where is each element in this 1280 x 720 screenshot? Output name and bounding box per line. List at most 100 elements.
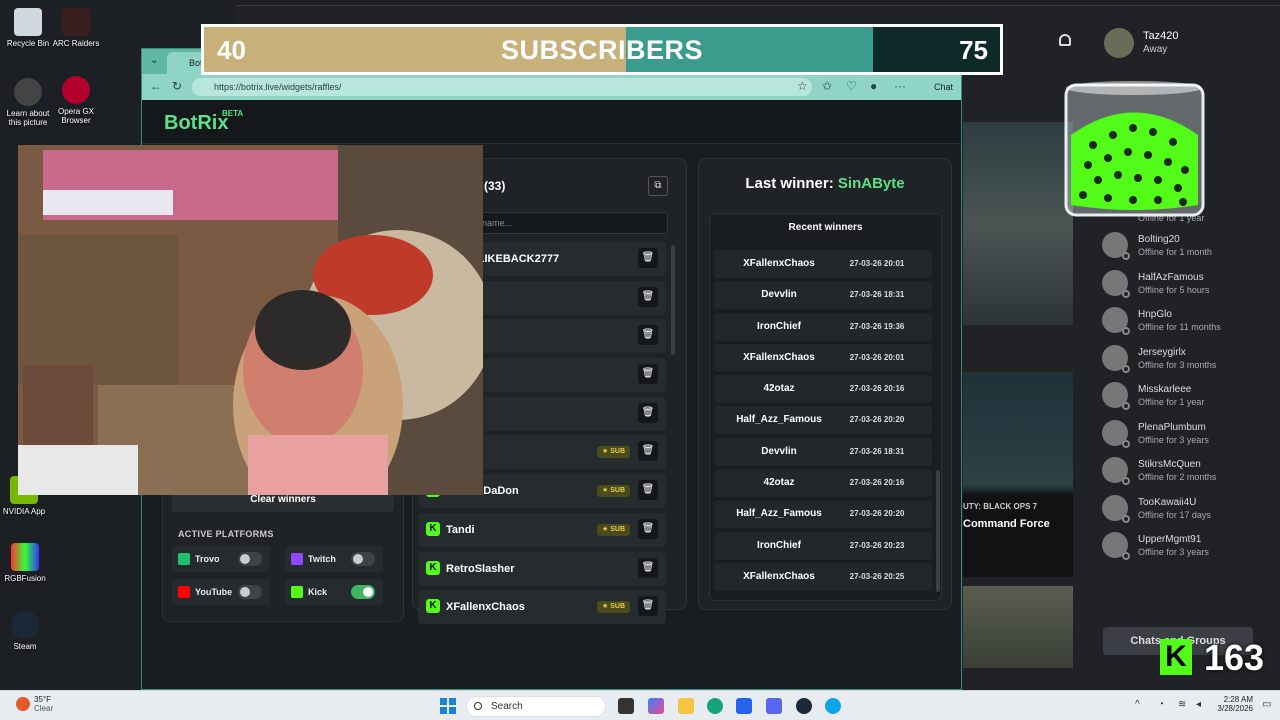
platform-kick: Kick xyxy=(285,579,383,605)
file-explorer-icon[interactable] xyxy=(678,698,694,714)
delete-icon[interactable]: 🗑 xyxy=(638,441,658,462)
friend-item[interactable]: Jerseygirlx Offline for 3 months xyxy=(1100,341,1270,379)
winner-date: 27-03-26 20:16 xyxy=(849,478,905,488)
platform-toggle[interactable] xyxy=(351,585,375,599)
desktop-icon-arc-raiders[interactable]: ARC Raiders xyxy=(48,8,104,48)
status-dot-icon xyxy=(1122,552,1130,560)
task-view-icon[interactable] xyxy=(618,698,634,714)
volume-icon[interactable]: ◂ xyxy=(1196,699,1201,710)
taskbar-search-input[interactable]: Search xyxy=(466,696,606,717)
refresh-icon[interactable]: ↻ xyxy=(172,79,182,93)
steam-taskbar-icon[interactable] xyxy=(796,698,812,714)
status-dot-icon xyxy=(1122,439,1130,448)
desktop-icon-steam[interactable]: Steam xyxy=(0,611,53,651)
entrant-row[interactable]: K XFallenxChaos ★ SUB 🗑 xyxy=(418,590,666,625)
clock-date: 3/28/2026 xyxy=(1217,704,1253,713)
tray-chevron-icon[interactable]: ^ xyxy=(1135,699,1140,710)
winner-date: 27-03-26 20:01 xyxy=(849,352,905,362)
entrant-row[interactable]: K RetroSlasher 🗑 xyxy=(418,551,666,586)
platform-label: Kick xyxy=(308,587,328,597)
back-icon[interactable]: ← xyxy=(150,79,162,93)
delete-icon[interactable]: 🗑 xyxy=(638,557,658,578)
game-tile-black-ops[interactable]: UTY: BLACK OPS 7 Command Force xyxy=(963,372,1073,577)
extensions-icon[interactable]: ♡ xyxy=(846,79,857,93)
avatar[interactable] xyxy=(1104,28,1134,58)
discord-icon[interactable] xyxy=(766,698,782,714)
game-tile-3[interactable] xyxy=(963,586,1073,668)
entrant-row[interactable]: K Tandi ★ SUB 🗑 xyxy=(418,512,666,547)
subscriber-title: SUBSCRIBERS xyxy=(500,35,704,65)
copy-icon[interactable]: ⧉ xyxy=(648,176,668,196)
windows-start-icon[interactable] xyxy=(440,698,456,714)
sub-badge-label: SUB xyxy=(610,448,625,456)
system-clock[interactable]: 2:28 AM 3/28/2026 xyxy=(1213,695,1253,713)
friend-item[interactable]: PlenaPlumbum Offline for 3 years xyxy=(1100,416,1270,454)
desktop-icon-rgbfusion[interactable]: RGBFusion xyxy=(0,543,53,583)
friend-item[interactable]: TooKawaii4U Offline for 17 days xyxy=(1100,491,1270,529)
learn-picture-icon xyxy=(14,78,42,106)
desktop-icon-label: Steam xyxy=(13,642,37,651)
platform-toggle[interactable] xyxy=(351,552,375,566)
favorite-star-icon[interactable]: ☆ xyxy=(797,79,808,93)
favorites-icon[interactable]: ✩ xyxy=(822,79,832,93)
entrant-name: XFallenxChaos xyxy=(446,601,525,614)
entrants-scrollbar[interactable] xyxy=(671,245,675,355)
trovo-icon xyxy=(178,553,190,565)
botrix-logo[interactable]: BotRix xyxy=(164,112,228,135)
toggle-knob xyxy=(240,587,250,597)
user-name[interactable]: Taz420 xyxy=(1143,30,1178,42)
friend-status: Offline for 3 years xyxy=(1138,434,1209,445)
profile-icon[interactable]: ● xyxy=(870,79,877,93)
status-dot-icon xyxy=(1122,402,1130,410)
recent-winners-scrollbar[interactable] xyxy=(936,470,940,592)
copilot-icon[interactable] xyxy=(648,698,664,714)
wifi-icon[interactable]: ≋ xyxy=(1178,699,1186,710)
delete-icon[interactable]: 🗑 xyxy=(638,402,658,423)
status-dot-icon xyxy=(1122,289,1130,298)
game-tile-1[interactable] xyxy=(963,122,1073,325)
weather-icon[interactable] xyxy=(16,697,30,711)
sub-badge: ★ SUB xyxy=(596,446,630,459)
friend-item[interactable]: HnpGlo Offline for 11 months xyxy=(1100,303,1270,341)
store-icon[interactable] xyxy=(736,698,752,714)
sub-badge-label: SUB xyxy=(610,487,625,495)
weather-widget[interactable]: 35°F Clear xyxy=(34,695,53,713)
friend-item[interactable]: UpperMgmt91 Offline for 3 years xyxy=(1100,528,1270,566)
platform-toggle[interactable] xyxy=(238,585,262,599)
sub-badge-label: SUB xyxy=(610,525,625,533)
platform-toggle[interactable] xyxy=(238,552,262,566)
copilot-chat-button[interactable]: Chat xyxy=(934,82,953,92)
more-icon[interactable]: ··· xyxy=(894,79,906,93)
friend-item[interactable]: Bolting20 Offline for 1 month xyxy=(1100,228,1270,266)
notification-icon[interactable]: ▭ xyxy=(1262,699,1271,710)
app-icon[interactable] xyxy=(825,698,841,714)
delete-icon[interactable]: 🗑 xyxy=(638,364,658,385)
delete-icon[interactable]: 🗑 xyxy=(638,325,658,346)
kick-icon: K xyxy=(426,599,440,614)
kick-follower-counter: K 163 xyxy=(1160,637,1275,678)
notification-bell-icon[interactable] xyxy=(1059,34,1071,46)
friend-name: Misskarleee xyxy=(1138,384,1192,395)
friend-item[interactable]: Misskarleee Offline for 1 year xyxy=(1100,378,1270,416)
delete-icon[interactable]: 🗑 xyxy=(638,480,658,501)
delete-icon[interactable]: 🗑 xyxy=(638,518,658,539)
delete-icon[interactable]: 🗑 xyxy=(638,286,658,307)
edge-icon[interactable] xyxy=(707,698,723,714)
network-icon[interactable]: ◔ xyxy=(1158,699,1164,710)
delete-icon[interactable]: 🗑 xyxy=(638,596,658,617)
sub-badge-label: SUB xyxy=(610,603,625,611)
webcam-overlay xyxy=(18,145,483,495)
sub-badge: ★ SUB xyxy=(596,485,630,498)
delete-icon[interactable]: 🗑 xyxy=(638,248,658,268)
recent-winner-row: 42otaz 27-03-26 20:16 xyxy=(714,375,932,404)
desktop-icon-opera-gx[interactable]: Opera GX Browser xyxy=(48,76,104,125)
subscriber-goal-bar: 40 SUBSCRIBERS 75 xyxy=(201,24,1003,75)
friend-item[interactable]: HalfAzFamous Offline for 5 hours xyxy=(1100,266,1270,304)
friend-status: Offline for 11 months xyxy=(1138,322,1221,332)
chevron-down-icon[interactable]: ⌄ xyxy=(150,55,158,66)
rgbfusion-icon xyxy=(11,543,39,571)
url-input[interactable]: https://botrix.live/widgets/raffles/ xyxy=(192,78,812,96)
friend-item[interactable]: StikrsMcQuen Offline for 2 months xyxy=(1100,453,1270,491)
friend-status: Offline for 3 years xyxy=(1138,547,1209,557)
search-icon xyxy=(474,702,482,710)
